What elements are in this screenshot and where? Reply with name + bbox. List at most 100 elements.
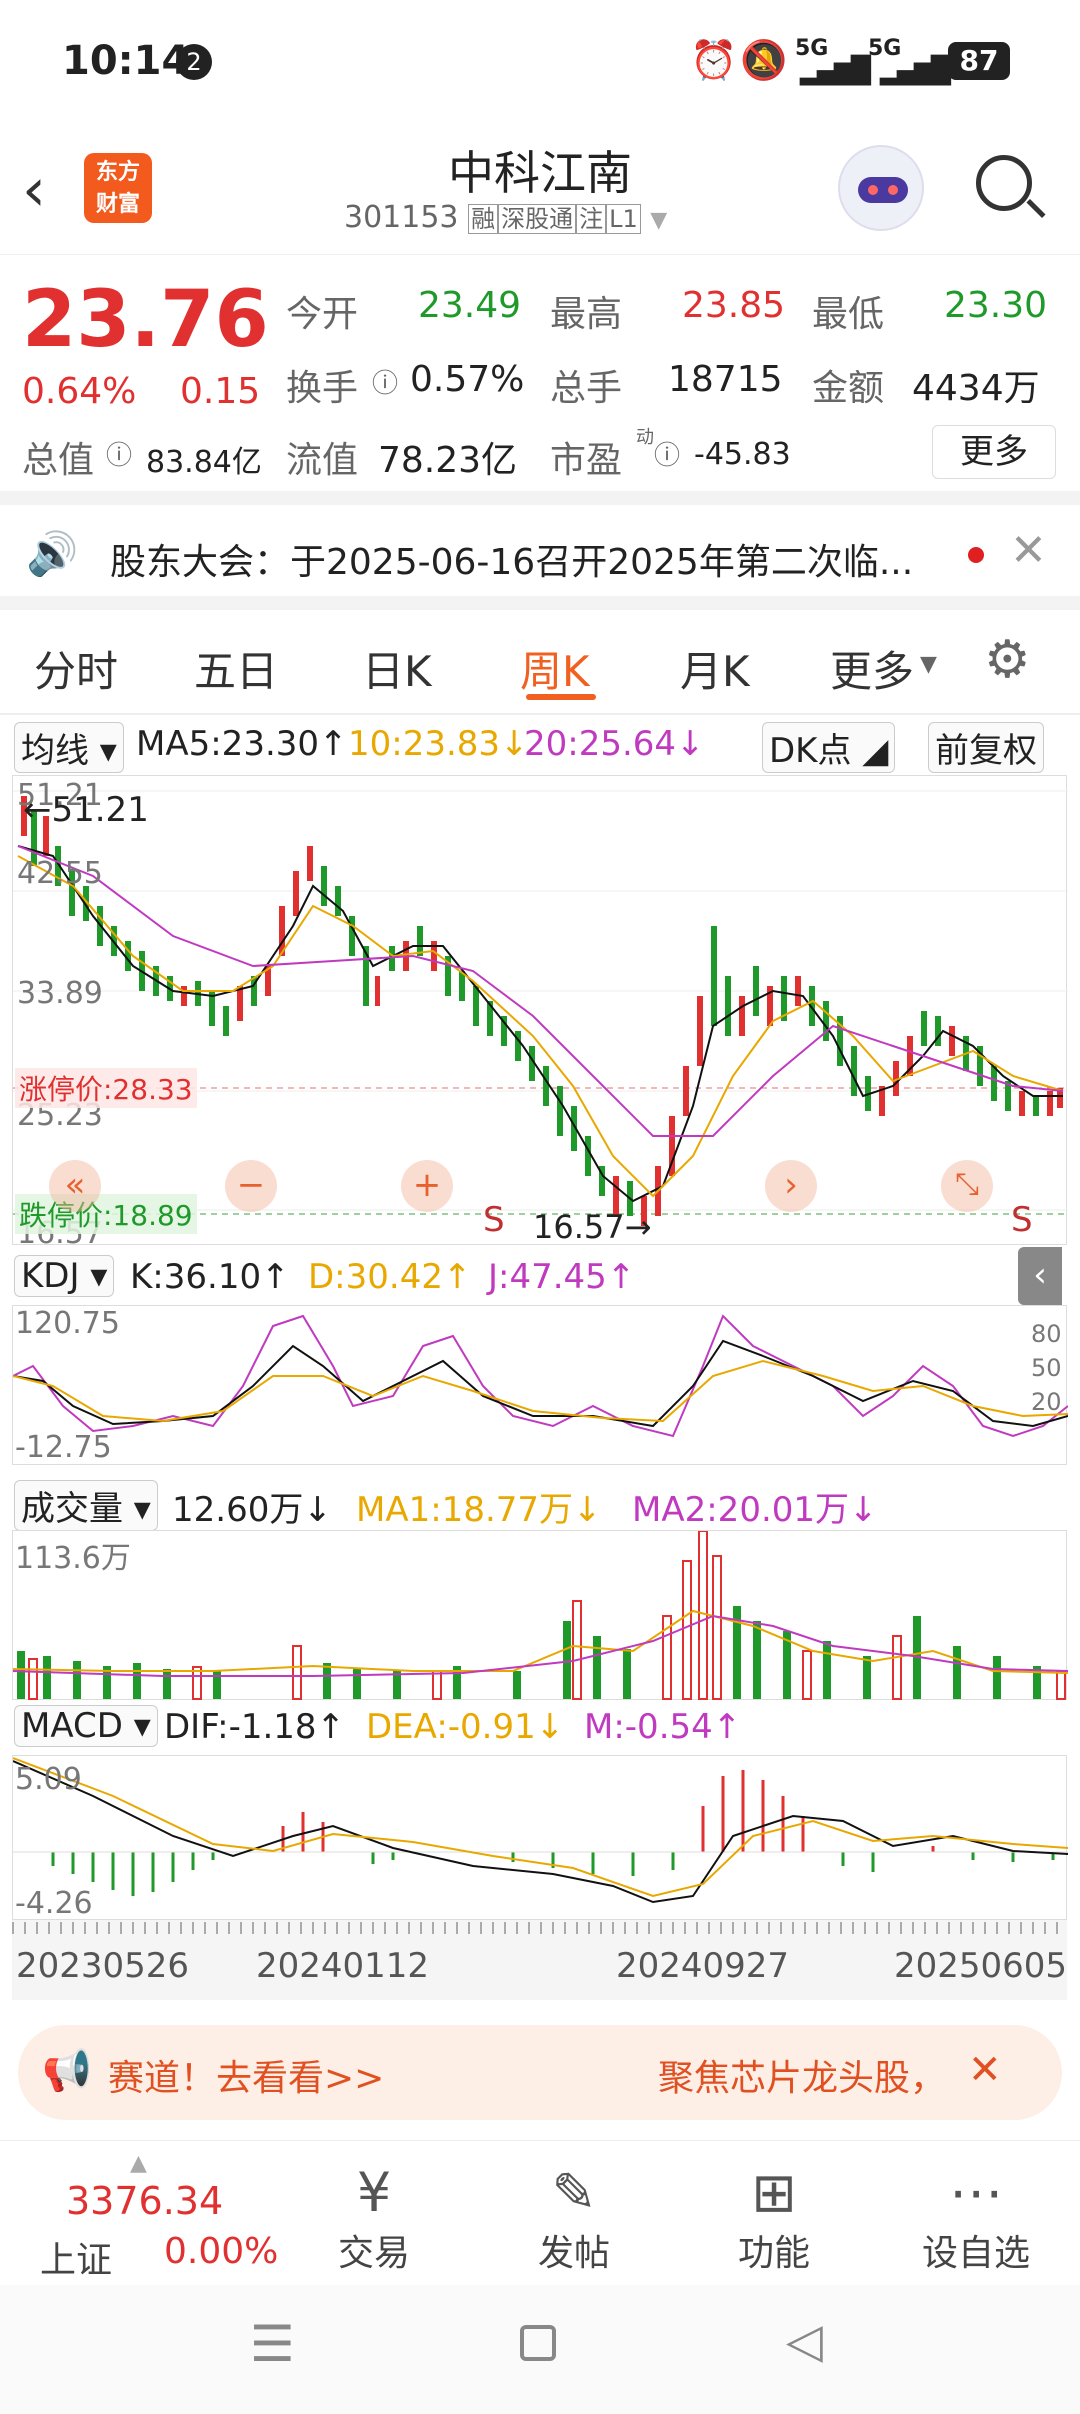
adjust-selector[interactable]: 前复权 — [928, 722, 1044, 773]
kdj-selector[interactable]: KDJ ▾ — [14, 1255, 115, 1297]
candles — [21, 796, 1063, 1226]
tab-intraday[interactable]: 分时 — [34, 638, 118, 699]
mktcap-label: 总值 — [22, 440, 95, 481]
macd-selector-label: MACD — [21, 1706, 123, 1746]
kdj-selector-label: KDJ — [21, 1256, 80, 1296]
system-nav-bar: ☰ ◁ — [0, 2285, 1080, 2414]
ma10-value: 10:23.83↓ — [348, 724, 529, 764]
volume-svg — [13, 1531, 1068, 1700]
kdj-level-20: 20 — [1031, 1388, 1062, 1416]
zoom-out-icon[interactable]: − — [225, 1160, 277, 1212]
index-name: 上证 — [40, 2240, 113, 2281]
high-value: 23.85 — [682, 285, 786, 326]
chevron-down-icon[interactable]: ▼ — [920, 652, 937, 677]
tab-five-day[interactable]: 五日 — [194, 638, 278, 699]
kdj-y-bottom: -12.75 — [15, 1430, 112, 1465]
tab-monthly-k[interactable]: 月K — [680, 638, 750, 699]
tag-margin: 融 — [468, 204, 499, 234]
nav-functions-label: 功能 — [737, 2233, 810, 2274]
ma-selector[interactable]: 均线 ▾ — [14, 722, 124, 773]
home-icon[interactable] — [520, 2325, 556, 2361]
side-panel-toggle[interactable]: ‹ — [1018, 1247, 1062, 1305]
macd-y-top: 5.09 — [15, 1762, 82, 1797]
tab-weekly-k[interactable]: 周K — [520, 638, 590, 699]
status-time: 10:14 — [62, 38, 190, 84]
volume-selector-label: 成交量 — [21, 1489, 123, 1529]
menu-icon[interactable]: ☰ — [250, 2315, 295, 2373]
min-price-marker: 16.57→ — [533, 1208, 652, 1246]
volume-value: 18715 — [668, 359, 783, 400]
index-widget[interactable]: ▲ 3376.34 上证 0.00% — [30, 2151, 278, 2281]
robot-avatar[interactable] — [838, 145, 924, 231]
info-icon-2[interactable]: ⓘ — [106, 435, 132, 472]
volume-legend-row: 成交量 ▾ 12.60万↓ MA1:18.77万↓ MA2:20.01万↓ — [0, 1480, 1080, 1531]
active-tab-indicator — [526, 694, 596, 700]
nav-trade-label: 交易 — [337, 2233, 410, 2274]
signal-bars-icon-2: ▂▄▆█ — [880, 56, 951, 86]
change-percent: 0.64% — [22, 371, 137, 412]
nav-functions[interactable]: ⊞ 功能 — [704, 2161, 844, 2276]
tab-more[interactable]: 更多 — [830, 638, 914, 699]
volume-current: 12.60万↓ — [172, 1490, 332, 1530]
macd-dea: DEA:-0.91↓ — [366, 1707, 565, 1747]
grid-icon: ⊞ — [751, 2161, 797, 2224]
kdj-chart[interactable]: 120.75 -12.75 80 50 20 — [12, 1305, 1068, 1465]
search-icon[interactable] — [976, 155, 1046, 219]
close-icon[interactable]: ✕ — [968, 2047, 1002, 2093]
date-label-2: 20240112 — [256, 1946, 430, 1986]
limit-up-label: 涨停价:28.33 — [15, 1068, 197, 1108]
kline-svg — [13, 790, 1068, 1226]
nav-trade[interactable]: ¥ 交易 — [304, 2161, 444, 2276]
ma-legend-row: 均线 ▾ MA5:23.30↑ 10:23.83↓ 20:25.64↓ DK点 … — [0, 722, 1080, 773]
chevron-down-icon[interactable]: ▼ — [650, 208, 667, 233]
info-icon[interactable]: ⓘ — [372, 363, 398, 400]
kdj-k-value: K:36.10↑ — [130, 1257, 290, 1297]
volume-chart[interactable]: 113.6万 — [12, 1530, 1068, 1700]
zoom-in-icon[interactable]: + — [401, 1160, 453, 1212]
status-bar: 10:14 2 ⏰ 🔕 5G ▂▄▆█ 5G ▂▄▆█ 87 — [0, 0, 1080, 125]
nav-post[interactable]: ✎ 发帖 — [504, 2161, 644, 2276]
nav-watchlist[interactable]: ⋯ 设自选 — [906, 2161, 1046, 2276]
macd-chart[interactable]: 5.09 -4.26 — [12, 1755, 1068, 1921]
date-axis: 20230526 20240112 20240927 20250605 — [12, 1920, 1067, 2000]
sell-signal-1: S — [483, 1200, 505, 1240]
macd-dif: DIF:-1.18↑ — [164, 1707, 346, 1747]
notice-bar[interactable]: 🔊 股东大会：于2025-06-16召开2025年第二次临... ✕ — [0, 505, 1080, 610]
bottom-nav: ▲ 3376.34 上证 0.00% ¥ 交易 ✎ 发帖 ⊞ 功能 ⋯ 设自选 — [0, 2140, 1080, 2285]
y-label-2: 42.55 — [17, 856, 103, 891]
high-label: 最高 — [550, 294, 623, 335]
volume-y-top: 113.6万 — [15, 1541, 131, 1576]
gear-icon[interactable]: ⚙ — [984, 630, 1031, 690]
macd-legend-row: MACD ▾ DIF:-1.18↑ DEA:-0.91↓ M:-0.54↑ — [0, 1705, 1080, 1755]
scroll-left-icon[interactable]: « — [49, 1160, 101, 1212]
volume-ma1: MA1:18.77万↓ — [356, 1490, 602, 1530]
volume-selector[interactable]: 成交量 ▾ — [14, 1480, 158, 1531]
tab-daily-k[interactable]: 日K — [362, 638, 432, 699]
nav-post-label: 发帖 — [537, 2233, 610, 2274]
more-button[interactable]: 更多 — [932, 425, 1056, 479]
macd-y-bottom: -4.26 — [15, 1886, 93, 1921]
alarm-icon: ⏰ — [690, 38, 738, 82]
tag-connect: 深股通 — [498, 204, 577, 234]
scroll-right-icon[interactable]: › — [765, 1160, 817, 1212]
more-dots-icon: ⋯ — [949, 2161, 1003, 2224]
banner-text-left[interactable]: 赛道！去看看>> — [108, 2049, 384, 2101]
chevron-up-icon: ▲ — [130, 2151, 147, 2176]
notice-text[interactable]: 股东大会：于2025-06-16召开2025年第二次临... — [110, 533, 913, 585]
promo-banner[interactable]: 📢 赛道！去看看>> 聚焦芯片龙头股， ✕ — [18, 2025, 1062, 2120]
banner-text-right[interactable]: 聚焦芯片龙头股， — [658, 2049, 946, 2101]
trade-icon: ¥ — [356, 2161, 392, 2224]
battery-icon: 87 — [948, 42, 1010, 80]
pe-value: -45.83 — [694, 437, 791, 472]
info-icon-3[interactable]: ⓘ — [654, 435, 680, 472]
macd-m: M:-0.54↑ — [584, 1707, 742, 1747]
back-nav-icon[interactable]: ◁ — [786, 2313, 823, 2369]
pe-dynamic-sup: 动 — [636, 427, 654, 448]
kline-chart[interactable]: 51.21 ←51.21 42.55 33.89 25.23 16.57 16.… — [12, 775, 1068, 1251]
fullscreen-icon[interactable]: ⤡ — [941, 1160, 993, 1212]
turnover-value: 0.57% — [410, 359, 525, 400]
close-icon[interactable]: ✕ — [1010, 525, 1047, 576]
macd-selector[interactable]: MACD ▾ — [14, 1705, 158, 1747]
dk-point-selector[interactable]: DK点 ◢ — [762, 722, 896, 773]
unread-dot — [968, 547, 984, 563]
